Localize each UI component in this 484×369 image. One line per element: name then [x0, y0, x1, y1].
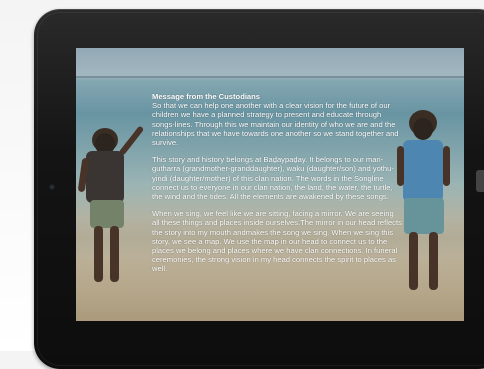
child-pointing-figure [76, 48, 156, 321]
message-paragraph-1: So that we can help one another with a c… [152, 101, 399, 148]
custodians-message: Message from the Custodians So that we c… [152, 92, 402, 282]
message-paragraph-3: When we sing, we feel like we are sittin… [152, 209, 402, 274]
camera-icon [49, 184, 55, 190]
message-title: Message from the Custodians [152, 92, 261, 101]
message-paragraph-2: This story and history belongs at Baḏayp… [152, 155, 394, 202]
home-button[interactable] [476, 170, 484, 192]
